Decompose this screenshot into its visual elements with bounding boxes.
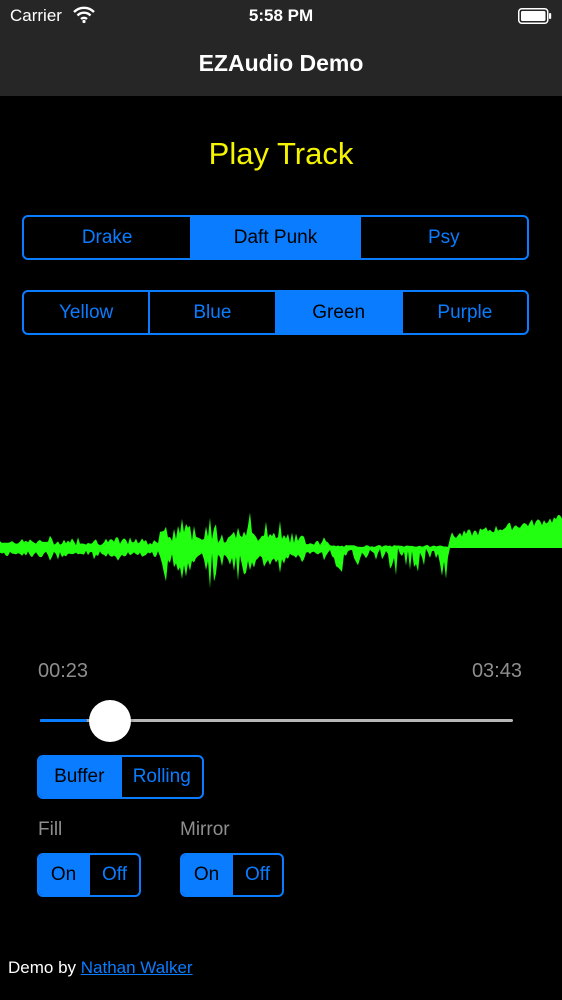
slider-progress [40,719,88,722]
fill-off-segment[interactable]: Off [88,855,139,895]
color-selector: Yellow Blue Green Purple [22,290,529,335]
segment-purple[interactable]: Purple [400,292,527,333]
fill-label: Fill [38,819,63,840]
mirror-label: Mirror [180,819,230,840]
battery-icon [518,8,552,24]
segment-daft-punk[interactable]: Daft Punk [190,217,359,258]
credit-prefix: Demo by [8,958,77,977]
fill-selector: On Off [37,853,141,897]
footer-credit: Demo by Nathan Walker [8,958,193,978]
segment-blue[interactable]: Blue [148,292,274,333]
fill-on-segment[interactable]: On [39,855,88,895]
segment-rolling[interactable]: Rolling [119,757,203,797]
slider-thumb[interactable] [89,700,132,742]
total-time: 03:43 [471,660,522,682]
page-title: EZAudio Demo [198,50,364,76]
navigation-bar: EZAudio Demo [0,32,562,96]
play-track-button[interactable]: Play Track [0,136,562,172]
mirror-on-segment[interactable]: On [182,855,231,895]
author-link[interactable]: Nathan Walker [81,958,193,977]
playback-slider[interactable] [40,700,513,742]
track-selector: Drake Daft Punk Psy [22,215,529,260]
segment-drake[interactable]: Drake [24,217,190,258]
segment-buffer[interactable]: Buffer [39,757,120,797]
mirror-selector: On Off [180,853,284,897]
segment-green[interactable]: Green [274,292,401,333]
segment-yellow[interactable]: Yellow [24,292,148,333]
waveform-shape [0,512,562,589]
status-bar: Carrier 5:58 PM [0,0,562,32]
mirror-off-segment[interactable]: Off [231,855,282,895]
segment-psy[interactable]: Psy [358,217,527,258]
elapsed-time: 00:23 [38,660,89,682]
audio-waveform [0,512,562,589]
status-time: 5:58 PM [248,6,314,25]
plot-type-selector: Buffer Rolling [37,755,204,799]
